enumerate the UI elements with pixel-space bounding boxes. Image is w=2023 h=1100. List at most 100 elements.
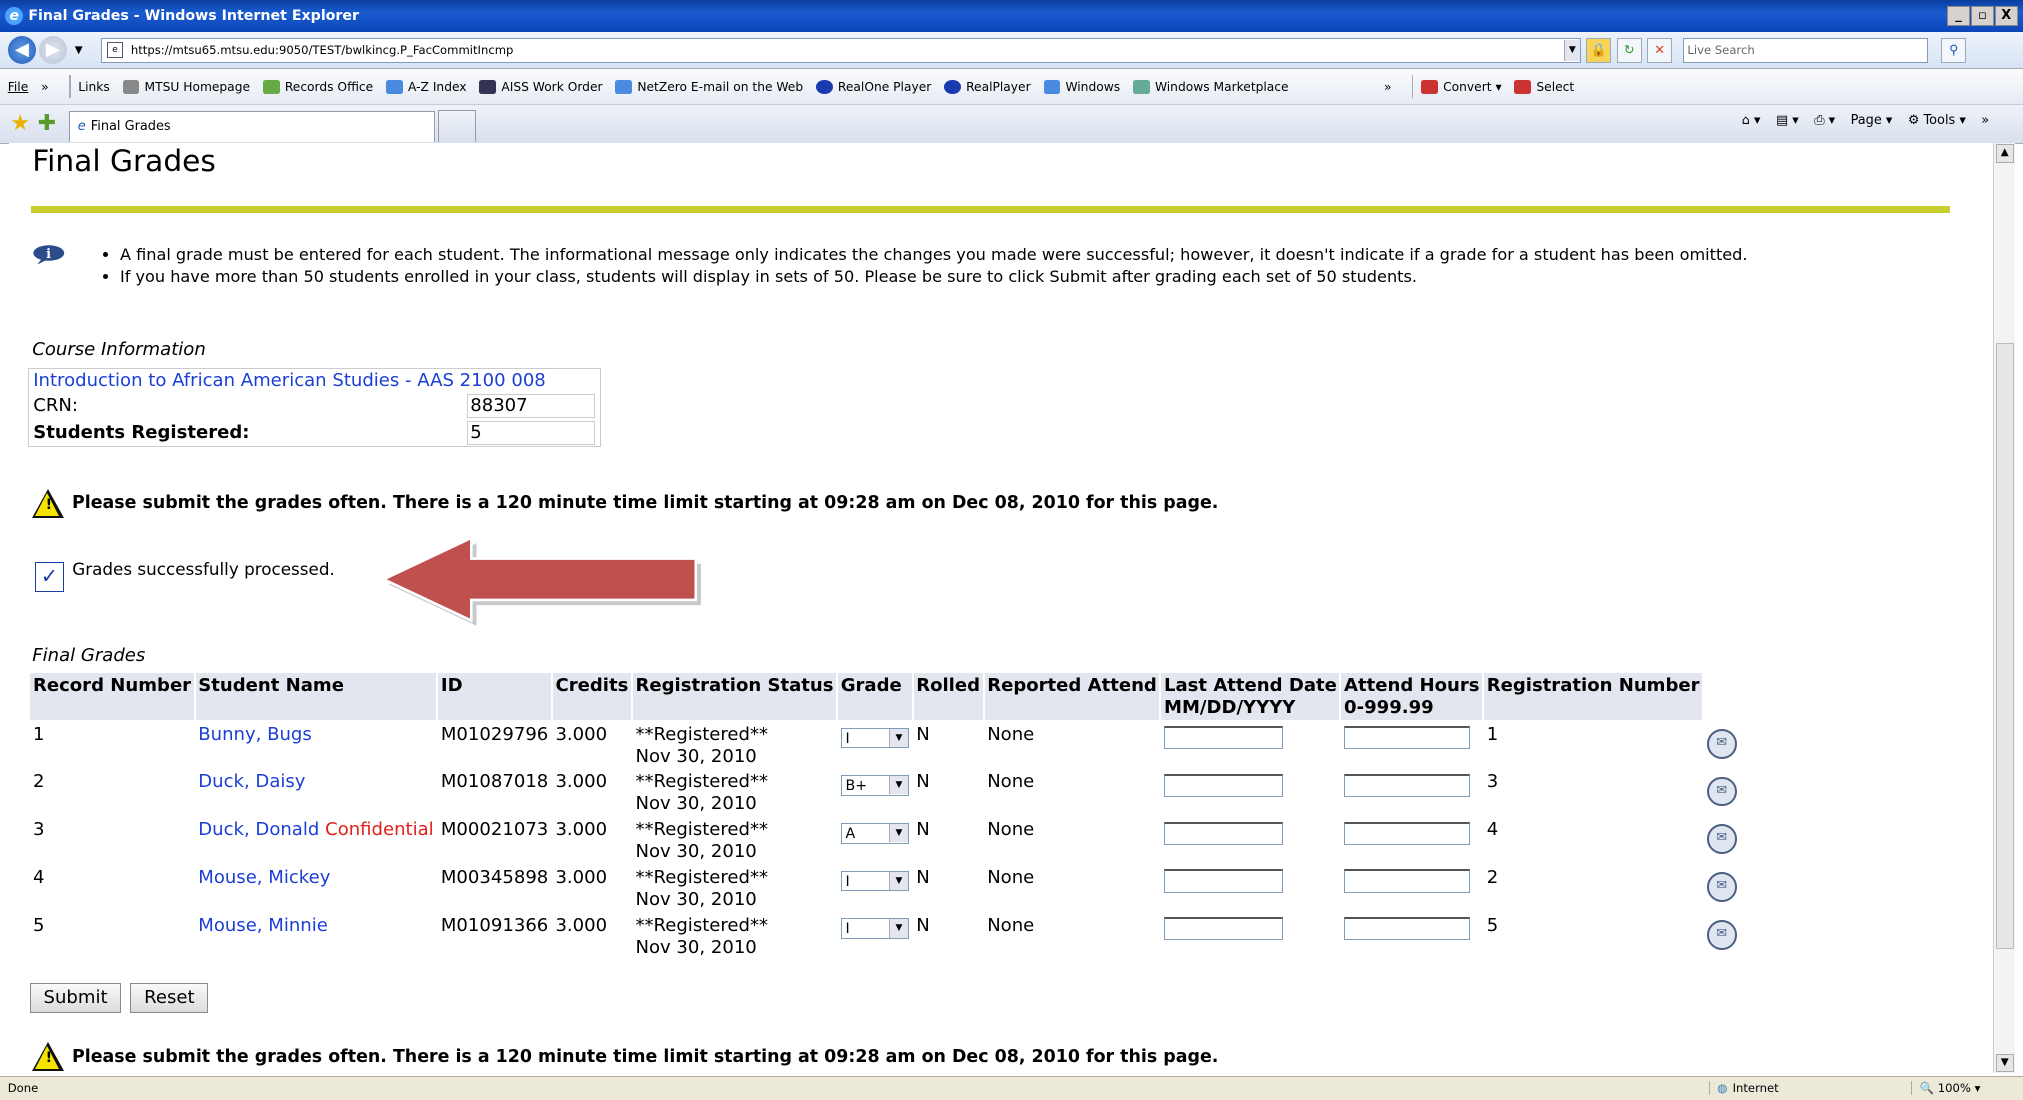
select-button[interactable]: Select [1514,79,1574,94]
link-realplayer[interactable]: RealPlayer [944,79,1031,94]
links-bar: File » Links MTSU Homepage Records Offic… [0,69,2023,106]
rolled: N [916,771,930,793]
warning-icon: ! [32,488,65,518]
last-attend-date-input[interactable] [1164,869,1283,893]
link-aiss-work-order[interactable]: AISS Work Order [479,79,603,94]
link-records-office[interactable]: Records Office [262,79,373,94]
rolled: N [916,819,930,841]
url-field[interactable]: e https://mtsu65.mtsu.edu:9050/TEST/bwlk… [100,37,1582,63]
rolled: N [916,723,930,745]
grade-select[interactable]: I ▼ [840,870,910,892]
convert-button[interactable]: Convert ▾ [1421,79,1502,94]
student-name-link[interactable]: Bunny, Bugs [198,724,312,745]
link-netzero[interactable]: NetZero E-mail on the Web [615,79,803,94]
student-name-link[interactable]: Duck, Daisy [198,771,305,792]
last-attend-date-input[interactable] [1164,773,1283,798]
grade-select[interactable]: I ▼ [840,727,910,749]
warning-text: Please submit the grades often. There is… [71,1046,1219,1067]
security-zone: ◍ Internet [1708,1081,1911,1096]
file-menu[interactable]: File [8,80,29,94]
col-record-number: Record Number [30,673,194,720]
home-icon[interactable]: ⌂ ▾ [1742,113,1761,128]
url-dropdown-icon[interactable]: ▼ [1563,39,1581,61]
add-favorites-icon[interactable]: ✚ [38,111,56,136]
page-title: Final Grades [32,143,216,179]
attend-hours-input[interactable] [1344,917,1471,941]
more-toolbar-icon[interactable]: » [1981,113,1989,128]
submit-button[interactable]: Submit [29,982,122,1013]
search-input[interactable]: Live Search [1682,37,1929,63]
student-name-link[interactable]: Duck, Donald [198,819,319,840]
email-icon[interactable]: ✉ [1706,824,1737,855]
link-mtsu-homepage[interactable]: MTSU Homepage [122,79,250,94]
registration-status: **Registered** Nov 30, 2010 [635,866,769,910]
scroll-thumb[interactable] [1995,343,2014,950]
grade-select[interactable]: B+ ▼ [840,775,910,796]
link-realone-player[interactable]: RealOne Player [815,79,931,94]
history-dropdown-icon[interactable]: ▼ [75,44,83,56]
stop-icon[interactable]: ✕ [1647,37,1673,63]
time-limit-warning: ! Please submit the grades often. There … [32,488,1218,518]
page-icon: e [106,42,124,59]
time-limit-warning-bottom: ! Please submit the grades often. There … [32,1041,1219,1072]
feeds-icon[interactable]: ▤ ▾ [1776,113,1799,128]
last-attend-date-input[interactable] [1164,726,1283,750]
links-label[interactable]: Links [78,80,109,94]
attend-hours-input[interactable] [1344,726,1471,750]
scroll-up-icon[interactable]: ▲ [1995,144,2014,163]
close-button[interactable]: X [1994,6,2018,27]
page-menu[interactable]: Page ▾ [1851,113,1893,128]
link-windows[interactable]: Windows [1043,79,1120,94]
tab-final-grades[interactable]: e Final Grades [68,110,436,142]
refresh-icon[interactable]: ↻ [1616,37,1642,63]
tools-menu[interactable]: ⚙ Tools ▾ [1908,113,1966,128]
credits: 3.000 [555,771,608,793]
minimize-button[interactable]: _ [1947,6,1970,27]
attend-hours-input[interactable] [1344,773,1471,798]
email-icon[interactable]: ✉ [1706,776,1737,807]
info-icon: i [33,245,65,265]
favorites-star-icon[interactable]: ★ [10,111,30,136]
status-text: Done [7,1081,39,1096]
info-messages: A final grade must be entered for each s… [97,244,1748,288]
zoom-level[interactable]: 🔍 100% ▾ [1910,1081,2023,1096]
lock-icon[interactable]: 🔒 [1586,37,1612,63]
link-icon [386,79,403,94]
last-attend-date-input[interactable] [1164,917,1283,941]
grade-select[interactable]: A ▼ [840,823,910,844]
last-attend-date-input[interactable] [1164,821,1283,845]
attend-hours-input[interactable] [1344,869,1471,893]
print-icon[interactable]: ⎙ ▾ [1814,113,1835,128]
link-icon [944,79,961,94]
globe-icon: ◍ [1717,1081,1728,1096]
search-icon[interactable]: ⚲ [1941,37,1967,63]
more-links-icon[interactable]: » [1384,80,1392,94]
student-id: M00345898 [440,866,549,888]
link-a-z-index[interactable]: A-Z Index [386,79,467,94]
grade-cell: I ▼ [838,720,912,768]
attend-hours-input[interactable] [1344,821,1471,845]
scroll-down-icon[interactable]: ▼ [1995,1053,2014,1072]
email-cell: ✉ [1704,863,1739,911]
more-icon[interactable]: » [41,80,49,94]
chevron-down-icon: ▼ [889,776,909,795]
email-icon[interactable]: ✉ [1706,728,1737,759]
grade-cell: A ▼ [838,815,912,863]
email-icon[interactable]: ✉ [1706,872,1737,902]
vertical-scrollbar[interactable]: ▲ ▼ [1993,143,2015,1074]
email-cell: ✉ [1704,911,1739,959]
grade-select[interactable]: I ▼ [840,918,910,940]
email-icon[interactable]: ✉ [1706,919,1737,950]
registered-value: 5 [466,420,596,445]
ie-logo-icon: e [5,7,24,26]
link-windows-marketplace[interactable]: Windows Marketplace [1133,79,1289,94]
reset-button[interactable]: Reset [130,982,209,1013]
restore-button[interactable]: ▫ [1971,6,1994,27]
attend-hours-cell [1341,911,1482,959]
student-name-link[interactable]: Mouse, Minnie [198,915,328,936]
back-button[interactable]: ◀ [7,36,37,65]
forward-button[interactable]: ▶ [38,36,68,65]
student-name-link[interactable]: Mouse, Mickey [198,867,330,888]
last-attend-cell [1161,720,1339,768]
new-tab-button[interactable] [437,110,477,143]
